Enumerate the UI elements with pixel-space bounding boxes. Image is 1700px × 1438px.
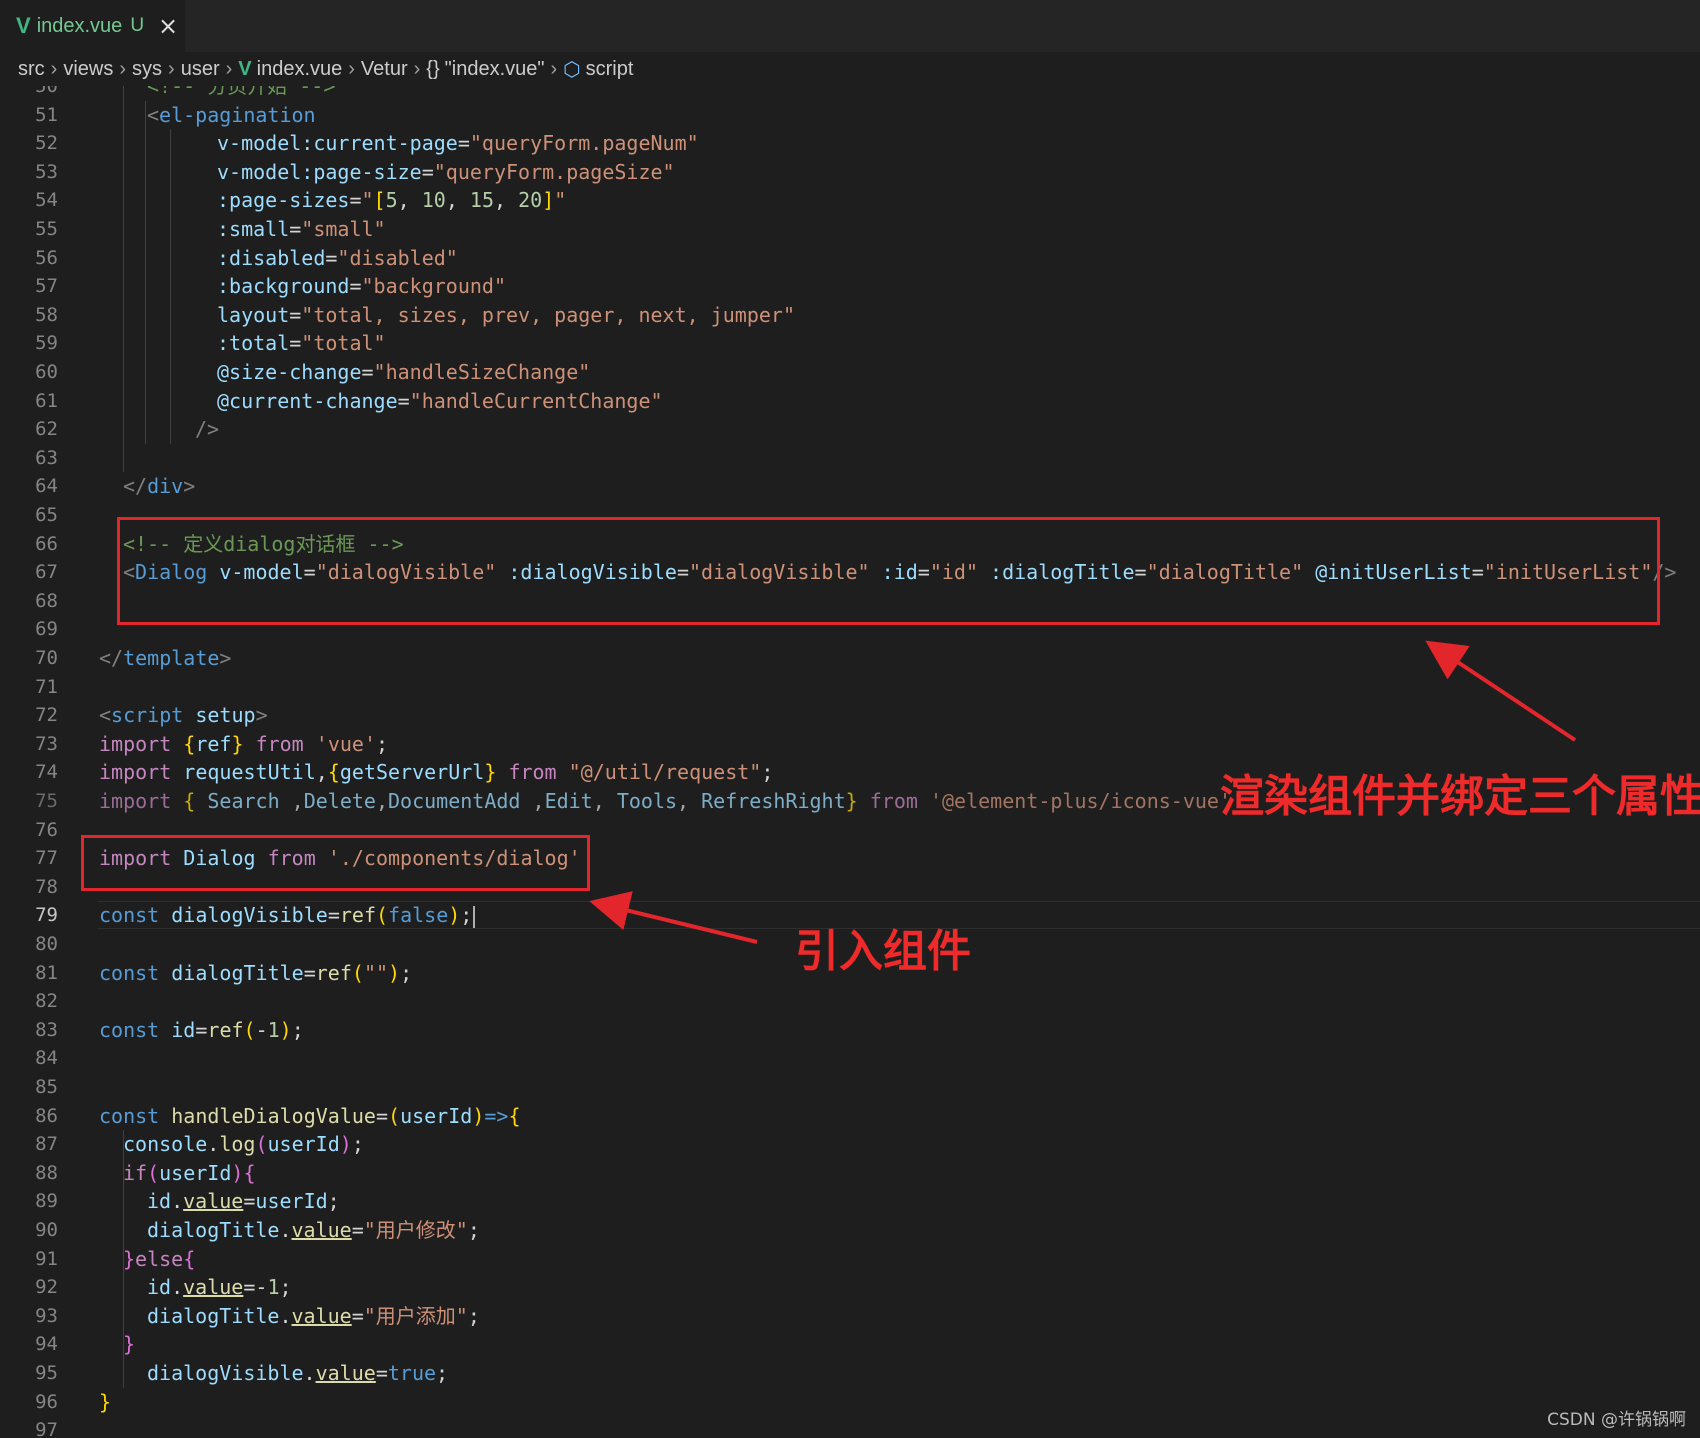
import-arrow — [589, 891, 758, 944]
import-annotation-label: 引入组件 — [795, 926, 971, 977]
render-arrow — [1425, 640, 1577, 742]
render-annotation-label: 渲染组件并绑定三个属性 — [1220, 771, 1700, 822]
watermark: CSDN @许锅锅啊 — [1547, 1410, 1686, 1430]
annotation-arrows — [589, 640, 1577, 944]
